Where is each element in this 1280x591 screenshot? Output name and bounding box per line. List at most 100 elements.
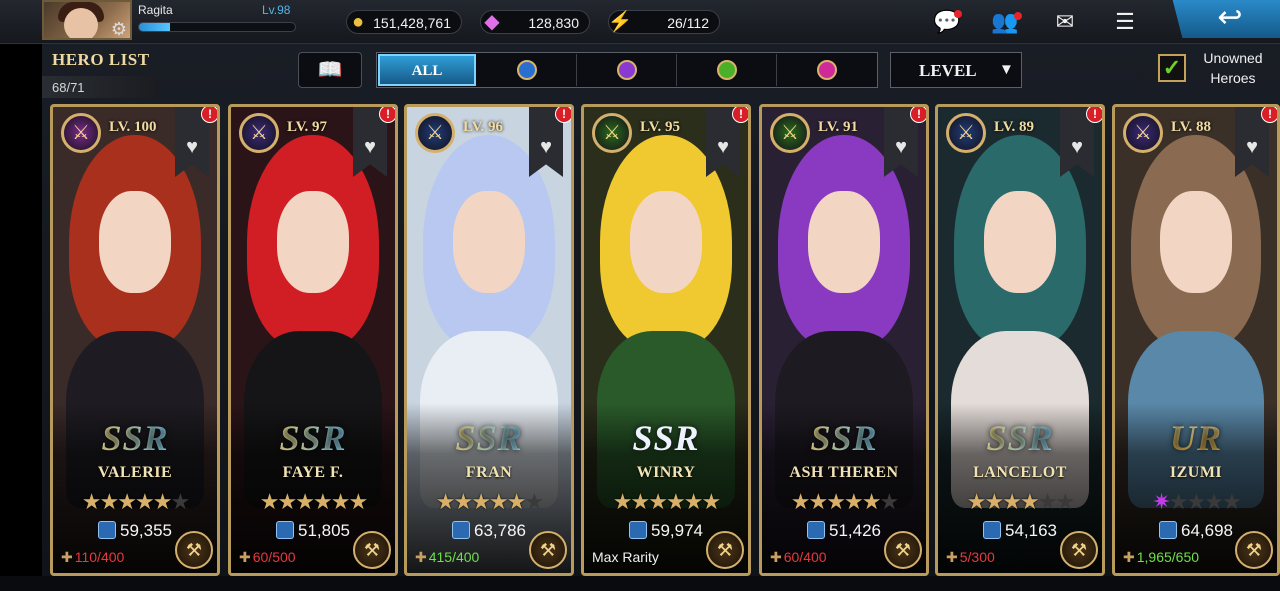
sort-level-dropdown[interactable]: LEVEL ▼ (890, 52, 1022, 88)
gear-icon[interactable]: ⚙ (108, 18, 130, 40)
hero-card[interactable]: ⚔ LV. 100 ♥! SSR VALERIE ★★★★★★ 59,355 ✚ 110/400… (50, 104, 220, 576)
hero-name: WINRY (636, 464, 696, 481)
hero-level: LV. 88 (1171, 119, 1212, 135)
hero-count: 68/71 (52, 80, 85, 95)
hero-card[interactable]: ⚔ LV. 96 ♥! SSR FRAN ★★★★★★ 63,786 ✚ 415/400 ⚒ (404, 104, 574, 576)
hero-power-value: 51,805 (298, 521, 350, 540)
mail-icon[interactable]: ✉ (1050, 8, 1080, 36)
xp-bar (138, 22, 296, 32)
hero-card[interactable]: ⚔ LV. 97 ♥! SSR FAYE F. ★★★★★★ 51,805 ✚ 60/500 ⚒ (228, 104, 398, 576)
crystal-value: 128,830 (528, 15, 579, 31)
class-emblem-icon: ⚔ (415, 113, 455, 153)
class-emblem-icon: ⚔ (61, 113, 101, 153)
hero-name: IZUMI (1169, 464, 1223, 481)
hero-rarity: SSR (938, 417, 1102, 459)
class-emblem-icon: ⚔ (592, 113, 632, 153)
alert-badge-icon: ! (1086, 107, 1102, 123)
hero-upgrade-button[interactable]: ⚒ (353, 531, 391, 569)
player-level: Lv.98 (262, 3, 291, 17)
tab-all[interactable]: ALL (378, 54, 476, 86)
hero-fragment-count: 60/500 (252, 549, 296, 565)
top-bar: ⚙ Ragita Lv.98 ● 151,428,761 ◆ 128,830 ⚡… (0, 0, 1280, 44)
hero-star-rating: ★★★★★★ (612, 489, 721, 514)
hero-upgrade-button[interactable]: ⚒ (529, 531, 567, 569)
hero-power-value: 64,698 (1181, 521, 1233, 540)
hero-name: ASH THEREN (789, 464, 899, 481)
sword-class-icon (616, 60, 637, 80)
back-icon[interactable]: ↩ (1172, 0, 1280, 38)
hero-star-rating: ★★★★★★ (81, 489, 190, 514)
hero-rarity: SSR (407, 417, 571, 459)
hero-name: FRAN (465, 464, 513, 481)
power-book-icon (629, 521, 647, 539)
player-name: Ragita (138, 3, 173, 17)
puzzle-piece-icon: ✚ (415, 549, 427, 565)
hero-name: VALERIE (97, 464, 173, 481)
stamina-resource[interactable]: ⚡ 26/112 (608, 10, 720, 34)
tab-dagger-class[interactable] (477, 54, 577, 86)
hero-fragment-count: Max Rarity (592, 549, 659, 565)
puzzle-piece-icon: ✚ (1123, 549, 1135, 565)
hero-power-value: 59,355 (120, 521, 172, 540)
tab-sword-class[interactable] (577, 54, 677, 86)
gold-coin-icon: ● (351, 11, 365, 33)
hero-fragments: ✚ 110/400 (61, 549, 124, 566)
class-emblem-icon: ⚔ (239, 113, 279, 153)
hero-rarity: SSR (53, 417, 217, 459)
hero-name: FAYE F. (282, 464, 344, 481)
hero-rarity: SSR (762, 417, 926, 459)
hero-fragments: Max Rarity (592, 549, 659, 565)
hero-card[interactable]: ⚔ LV. 89 ♥! SSR LANCELOT ★★★★★★ 54,163 ✚ 5/300 ⚒ (935, 104, 1105, 576)
alert-badge-icon: ! (1261, 107, 1277, 123)
tab-bow-class[interactable] (677, 54, 777, 86)
hero-level: LV. 97 (287, 119, 328, 135)
hero-upgrade-button[interactable]: ⚒ (1060, 531, 1098, 569)
hero-upgrade-button[interactable]: ⚒ (884, 531, 922, 569)
hero-list-screen: ⚙ Ragita Lv.98 ● 151,428,761 ◆ 128,830 ⚡… (0, 0, 1280, 591)
class-emblem-icon: ⚔ (946, 113, 986, 153)
puzzle-piece-icon: ✚ (239, 549, 251, 565)
tab-staff-class[interactable] (777, 54, 877, 86)
bow-class-icon (716, 60, 737, 80)
hero-star-rating: ★★★★★★ (790, 489, 899, 514)
hero-fragments: ✚ 1,965/650 (1123, 549, 1199, 566)
hero-power-value: 51,426 (829, 521, 881, 540)
hero-fragment-count: 110/400 (74, 549, 125, 565)
hero-card[interactable]: ⚔ LV. 95 ♥! SSR WINRY ★★★★★★ 59,974 Max Rarity ⚒ (581, 104, 751, 576)
hero-power-value: 63,786 (474, 521, 526, 540)
hero-level: LV. 96 (463, 119, 504, 135)
hero-fragments: ✚ 60/500 (239, 549, 296, 566)
hero-level: LV. 95 (640, 119, 681, 135)
power-book-icon (983, 521, 1001, 539)
hero-level: LV. 91 (818, 119, 859, 135)
alert-badge-icon: ! (379, 107, 395, 123)
hero-list-title: HERO LIST (52, 50, 150, 69)
hero-card[interactable]: ⚔ LV. 91 ♥! SSR ASH THEREN ★★★★★★ 51,426 ✚ 60/40… (759, 104, 929, 576)
screen-left-edge (0, 0, 42, 591)
hero-upgrade-button[interactable]: ⚒ (1235, 531, 1273, 569)
hero-upgrade-button[interactable]: ⚒ (175, 531, 213, 569)
tab-all-label: ALL (411, 63, 443, 79)
hero-fragment-count: 1,965/650 (1136, 549, 1200, 565)
crystal-resource[interactable]: ◆ 128,830 (480, 10, 590, 34)
alert-badge-icon: ! (555, 107, 571, 123)
bottom-edge (0, 576, 1280, 591)
hero-level: LV. 100 (109, 119, 157, 135)
gold-resource: ● 151,428,761 (346, 10, 462, 34)
hero-card[interactable]: ⚔ LV. 88 ♥! UR IZUMI ✷★★★★ 64,698 ✚ 1,965/650 ⚒ (1112, 104, 1280, 576)
hero-level: LV. 89 (994, 119, 1035, 135)
hero-book-icon[interactable]: 📖 (298, 52, 362, 88)
hero-fragments: ✚ 60/400 (770, 549, 827, 566)
hero-power-value: 54,163 (1005, 521, 1057, 540)
hero-upgrade-button[interactable]: ⚒ (706, 531, 744, 569)
unowned-heroes-checkbox[interactable]: ✓ (1158, 54, 1186, 82)
class-emblem-icon: ⚔ (770, 113, 810, 153)
chevron-down-icon: ▼ (999, 61, 1014, 78)
sort-level-label: LEVEL (919, 61, 977, 80)
power-book-icon (276, 521, 294, 539)
unowned-heroes-label[interactable]: Unowned Heroes (1196, 48, 1270, 88)
menu-icon[interactable]: ☰ (1110, 8, 1140, 36)
stamina-bolt-icon: ⚡ (607, 11, 633, 33)
crystal-icon: ◆ (484, 11, 500, 33)
power-book-icon (1159, 521, 1177, 539)
